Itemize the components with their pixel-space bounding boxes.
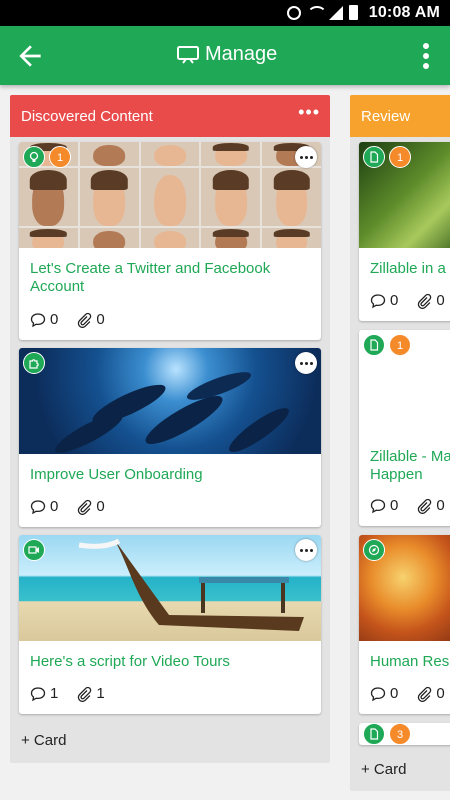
- status-time: 10:08 AM: [368, 4, 440, 21]
- wifi-icon: [307, 5, 327, 20]
- list-review: Review 1 Zillable in a 0 0 1 Zillable - …: [350, 95, 450, 791]
- document-icon: [363, 723, 385, 745]
- attachment-count: 0: [96, 311, 105, 328]
- card[interactable]: Human Reso 0 0: [359, 535, 450, 714]
- card-image: [19, 348, 321, 454]
- app-bar: Manage: [0, 26, 450, 85]
- list-menu-button[interactable]: •••: [298, 103, 320, 121]
- card-title: Human Reso: [370, 653, 450, 670]
- puzzle-icon: [23, 352, 45, 374]
- comment-icon: [30, 499, 46, 514]
- card-meta: 0 0: [370, 685, 445, 702]
- comment-count: 0: [390, 497, 399, 514]
- attachment-count: 0: [436, 497, 445, 514]
- comment-icon: [370, 498, 386, 513]
- list-header: Review: [350, 95, 450, 137]
- card-more-button[interactable]: [295, 146, 317, 168]
- card[interactable]: 3: [359, 723, 450, 745]
- comment-icon: [30, 312, 46, 327]
- card-more-button[interactable]: [295, 539, 317, 561]
- battery-icon: [349, 5, 358, 20]
- card-title: Let's Create a Twitter and Facebook Acco…: [30, 260, 271, 295]
- card-image: [19, 535, 321, 641]
- comment-count: 1: [50, 685, 59, 702]
- card[interactable]: 1 Let's Create a Twitter and Facebook Ac…: [19, 142, 321, 340]
- compass-icon: [363, 539, 385, 561]
- card-meta: 1 1: [30, 685, 105, 702]
- card-meta: 0 0: [30, 311, 105, 328]
- card-meta: 0 0: [30, 498, 105, 515]
- list-header: Discovered Content •••: [10, 95, 330, 137]
- comment-icon: [370, 293, 386, 308]
- paperclip-icon: [418, 293, 432, 309]
- back-button[interactable]: [14, 40, 46, 72]
- card-meta: 0 0: [370, 292, 445, 309]
- card-title: Here's a script for Video Tours: [30, 653, 230, 670]
- paperclip-icon: [78, 499, 92, 515]
- comment-count: 0: [50, 311, 59, 328]
- comment-count: 0: [50, 498, 59, 515]
- count-badge: 3: [389, 723, 411, 745]
- document-icon: [363, 146, 385, 168]
- add-card-button[interactable]: + Card: [361, 761, 406, 778]
- card[interactable]: Improve User Onboarding 0 0: [19, 348, 321, 527]
- paperclip-icon: [418, 686, 432, 702]
- comment-count: 0: [390, 685, 399, 702]
- count-badge: 1: [389, 334, 411, 356]
- card-title: Zillable - Ma Happen: [370, 448, 450, 483]
- card-title: Zillable in a: [370, 260, 446, 277]
- more-vert-icon: [423, 43, 429, 69]
- paperclip-icon: [78, 686, 92, 702]
- card-meta: 0 0: [370, 497, 445, 514]
- card[interactable]: 1 Zillable in a 0 0: [359, 142, 450, 321]
- comment-icon: [30, 686, 46, 701]
- card[interactable]: Here's a script for Video Tours 1 1: [19, 535, 321, 714]
- count-badge: 1: [49, 146, 71, 168]
- attachment-count: 0: [436, 685, 445, 702]
- lightbulb-icon: [23, 146, 45, 168]
- list-title: Discovered Content: [21, 108, 153, 125]
- card-more-button[interactable]: [295, 352, 317, 374]
- paperclip-icon: [418, 498, 432, 514]
- overflow-menu-button[interactable]: [416, 40, 436, 72]
- list-discovered-content: Discovered Content ••• 1 Let's Create a …: [10, 95, 330, 763]
- video-icon: [23, 539, 45, 561]
- comment-icon: [370, 686, 386, 701]
- card-title: Improve User Onboarding: [30, 466, 203, 483]
- attachment-count: 1: [96, 685, 105, 702]
- alarm-icon: [287, 5, 301, 20]
- count-badge: 1: [389, 146, 411, 168]
- attachment-count: 0: [96, 498, 105, 515]
- paperclip-icon: [78, 312, 92, 328]
- attachment-count: 0: [436, 292, 445, 309]
- signal-icon: [329, 5, 343, 20]
- page-title-text: Manage: [205, 43, 278, 65]
- add-card-button[interactable]: + Card: [21, 732, 66, 749]
- comment-count: 0: [390, 292, 399, 309]
- status-bar: 10:08 AM: [0, 0, 450, 26]
- page-title: Manage: [177, 43, 277, 66]
- card[interactable]: 1 Zillable - Ma Happen 0 0: [359, 330, 450, 526]
- arrow-left-icon: [19, 45, 41, 67]
- document-icon: [363, 334, 385, 356]
- list-title: Review: [361, 108, 411, 125]
- status-icons: [287, 5, 358, 20]
- board-icon: [177, 45, 199, 65]
